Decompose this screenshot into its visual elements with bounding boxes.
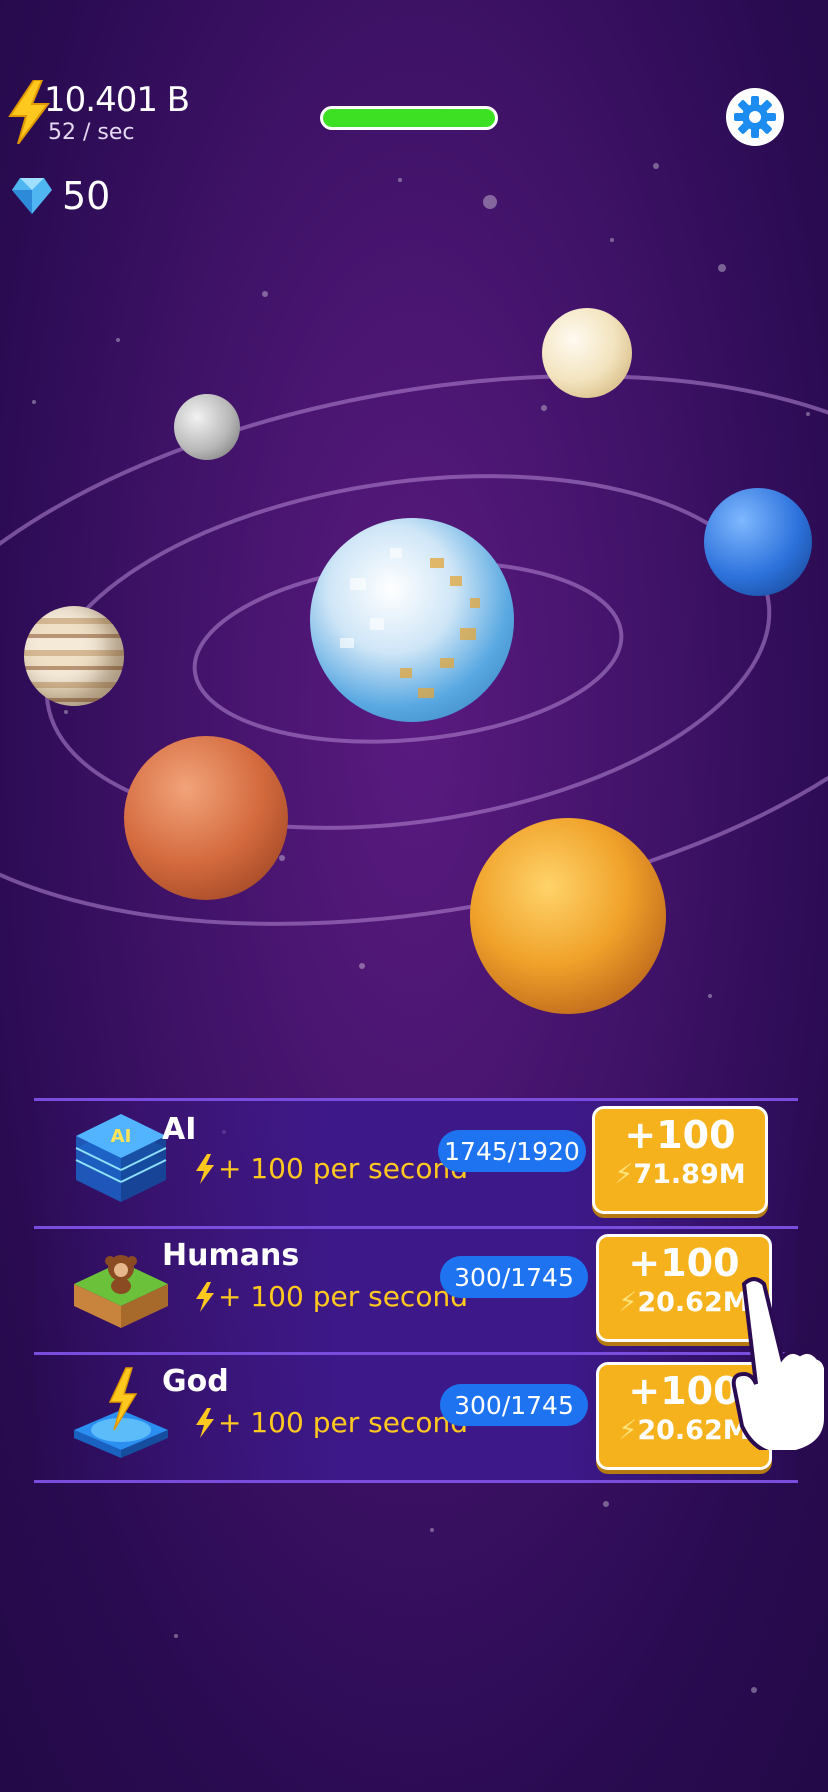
row-divider — [34, 1352, 798, 1355]
gem-count: 50 — [62, 174, 111, 218]
upgrade-title-humans: Humans — [162, 1238, 300, 1273]
ai-chip-icon: AI — [66, 1102, 176, 1212]
level-progress-bar — [320, 106, 498, 130]
upgrade-count-god: 300/1745 — [440, 1384, 588, 1426]
planet-moon-gray[interactable] — [174, 394, 240, 460]
upgrade-title-ai: AI — [162, 1112, 197, 1147]
upgrade-rate-god: + 100 per second — [218, 1406, 468, 1439]
energy-rate: 52 / sec — [48, 120, 135, 145]
planet-venus[interactable] — [470, 818, 666, 1014]
bolt-icon — [194, 1408, 216, 1442]
planet-mars[interactable] — [124, 736, 288, 900]
planet-jupiter[interactable] — [24, 606, 124, 706]
svg-text:AI: AI — [111, 1126, 132, 1147]
upgrade-title-god: God — [162, 1364, 229, 1399]
space-background — [0, 163, 828, 1693]
row-divider — [34, 1480, 798, 1483]
bolt-icon: ⚡ — [614, 1159, 634, 1190]
planet-blue[interactable] — [704, 488, 812, 596]
gear-icon — [734, 96, 776, 138]
upgrade-rate-humans: + 100 per second — [218, 1280, 468, 1313]
monkey-island-icon — [66, 1228, 176, 1338]
row-divider — [34, 1098, 798, 1101]
bolt-icon: ⚡ — [618, 1415, 638, 1446]
upgrade-rate-ai: + 100 per second — [218, 1152, 468, 1185]
upgrade-count-humans: 300/1745 — [440, 1256, 588, 1298]
bolt-icon — [194, 1282, 216, 1316]
buy-cost: ⚡71.89M — [614, 1159, 746, 1190]
buy-amount: +100 — [624, 1113, 736, 1157]
planet-surface-pattern — [340, 548, 480, 698]
bolt-icon: ⚡ — [618, 1287, 638, 1318]
upgrade-count-ai: 1745/1920 — [438, 1130, 586, 1172]
buy-button-ai[interactable]: +100 ⚡71.89M — [592, 1106, 768, 1214]
planet-earth-pixel[interactable] — [310, 518, 514, 722]
pointer-hand-icon — [730, 1274, 828, 1457]
lightning-platform-icon — [66, 1358, 176, 1468]
gem-icon — [12, 176, 52, 214]
settings-button[interactable] — [726, 88, 784, 146]
energy-amount: 10.401 B — [44, 80, 190, 120]
bolt-icon — [194, 1154, 216, 1188]
planet-pale-yellow[interactable] — [542, 308, 632, 398]
